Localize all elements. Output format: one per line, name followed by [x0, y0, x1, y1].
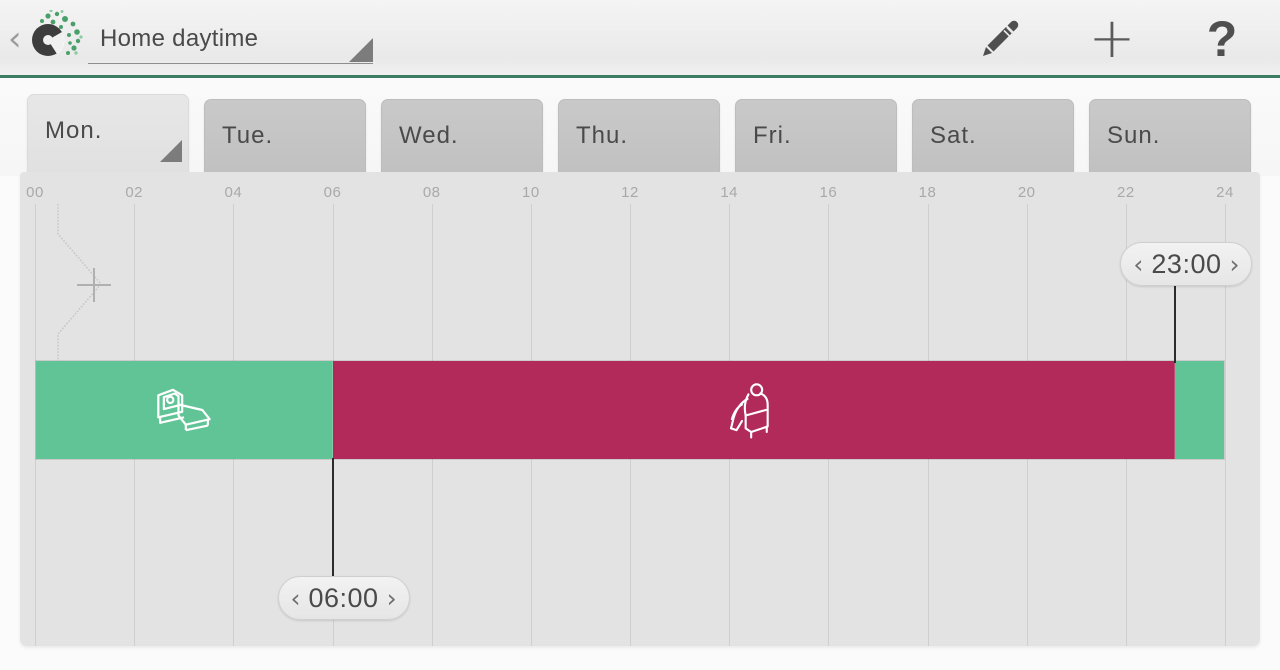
handle-next-icon[interactable]: › [384, 586, 400, 611]
tab-thu[interactable]: Thu. [558, 99, 720, 176]
hour-label: 06 [323, 184, 342, 201]
tab-tue[interactable]: Tue. [204, 99, 366, 176]
hour-label: 22 [1116, 184, 1135, 201]
hour-label: 24 [1216, 184, 1234, 201]
handle-prev-icon[interactable]: ‹ [1130, 252, 1146, 277]
tab-label: Mon. [45, 117, 103, 144]
handle-2300[interactable]: ‹ 23:00 › [1120, 242, 1253, 286]
add-period-icon[interactable] [77, 268, 111, 302]
bed-icon [151, 377, 217, 443]
program-segment-day[interactable] [333, 361, 1175, 459]
program-title-text: Home daytime [100, 25, 259, 52]
hour-label: 20 [1017, 184, 1036, 201]
program-title-field[interactable]: Home daytime [88, 18, 373, 64]
hour-label: 04 [224, 184, 243, 201]
title-dropdown-corner-icon[interactable] [349, 38, 373, 62]
hour-label: 10 [521, 184, 540, 201]
handle-prev-icon[interactable]: ‹ [288, 586, 304, 611]
add-button[interactable]: + [1080, 8, 1144, 70]
tab-label: Wed. [399, 122, 459, 149]
program-segment-night[interactable] [36, 361, 333, 459]
tab-label: Sun. [1107, 122, 1161, 149]
hour-label: 00 [26, 184, 44, 201]
edit-button[interactable] [968, 8, 1032, 70]
app-logo [24, 8, 86, 68]
hour-label: 12 [621, 184, 639, 201]
armchair-icon [720, 377, 786, 443]
tab-mon[interactable]: Mon. [27, 94, 189, 176]
handle-0600[interactable]: ‹ 06:00 › [277, 576, 410, 620]
tab-sat[interactable]: Sat. [912, 99, 1074, 176]
hour-label: 16 [819, 184, 838, 201]
tab-fri[interactable]: Fri. [735, 99, 897, 176]
program-band [35, 360, 1225, 460]
handle-stem [1174, 283, 1177, 363]
day-tabs: Mon. Tue. Wed. Thu. Fri. Sat. Sun. [0, 81, 1280, 176]
tab-active-corner-icon[interactable] [160, 140, 182, 162]
help-button[interactable]: ? [1190, 8, 1254, 70]
handle-stem [331, 458, 334, 578]
hour-label: 14 [720, 184, 738, 201]
tab-label: Tue. [222, 122, 274, 149]
tab-label: Thu. [576, 122, 629, 149]
tab-label: Sat. [930, 122, 977, 149]
handle-time-value: 23:00 [1151, 248, 1222, 279]
pencil-icon [983, 20, 1019, 56]
tab-wed[interactable]: Wed. [381, 99, 543, 176]
program-segment-night-late[interactable] [1174, 361, 1224, 459]
hour-label: 18 [918, 184, 937, 201]
tab-label: Fri. [753, 122, 792, 149]
hour-label: 02 [125, 184, 143, 201]
scheduler-screen: ‹ Home daytime + ? Mon. Tue. Wed. Thu. F… [0, 0, 1280, 670]
handle-time-value: 06:00 [308, 582, 379, 613]
hour-label: 08 [422, 184, 441, 201]
app-header: ‹ Home daytime + ? [0, 0, 1280, 78]
handle-next-icon[interactable]: › [1226, 252, 1242, 277]
tab-sun[interactable]: Sun. [1089, 99, 1251, 176]
